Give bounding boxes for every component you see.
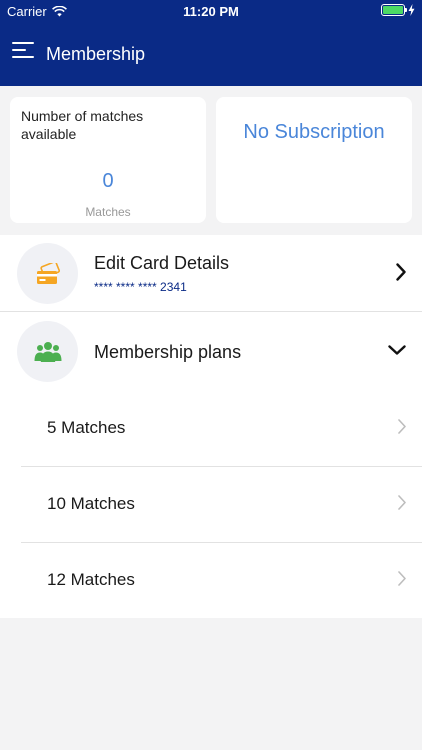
- page-title: Membership: [46, 44, 146, 64]
- plan-label: 10 Matches: [47, 494, 135, 513]
- summary-cards: Number of matches available 0 Matches No…: [10, 97, 412, 223]
- plan-item-5-matches[interactable]: 5 Matches: [21, 391, 422, 467]
- plan-item-12-matches[interactable]: 12 Matches: [21, 543, 422, 619]
- matches-available-label: Number of matches available: [21, 108, 144, 142]
- matches-available-card: Number of matches available 0 Matches: [10, 97, 206, 223]
- membership-plans-title: Membership plans: [94, 342, 242, 362]
- membership-plans-row[interactable]: Membership plans: [0, 312, 422, 391]
- chevron-down-icon[interactable]: [388, 345, 406, 356]
- chevron-right-icon: [398, 495, 406, 510]
- matches-available-count: 0: [102, 170, 114, 192]
- subscription-card[interactable]: No Subscription: [216, 97, 412, 223]
- hamburger-menu-icon[interactable]: [12, 42, 36, 64]
- credit-card-icon: [17, 243, 78, 304]
- chevron-right-icon: [398, 571, 406, 586]
- battery-icon: [381, 4, 407, 16]
- subscription-status: No Subscription: [243, 121, 385, 143]
- status-bar: Carrier 11:20 PM: [0, 0, 422, 22]
- chevron-right-icon: [398, 419, 406, 434]
- membership-plan-list: 5 Matches 10 Matches 12 Matches: [0, 391, 422, 618]
- plan-label: 5 Matches: [47, 418, 126, 437]
- matches-unit-label: Matches: [85, 205, 131, 219]
- status-bar-right: [381, 4, 415, 16]
- users-group-icon: [17, 321, 78, 382]
- plan-label: 12 Matches: [47, 570, 135, 589]
- edit-card-title: Edit Card Details: [94, 253, 230, 273]
- nav-bar: Membership: [0, 22, 422, 86]
- chevron-right-icon[interactable]: [396, 263, 406, 281]
- status-time: 11:20 PM: [183, 4, 239, 19]
- charging-bolt-icon: [408, 4, 415, 16]
- plan-item-10-matches[interactable]: 10 Matches: [21, 467, 422, 543]
- card-number: **** **** **** 2341: [94, 280, 187, 294]
- edit-card-details-row[interactable]: Edit Card Details **** **** **** 2341: [0, 235, 422, 312]
